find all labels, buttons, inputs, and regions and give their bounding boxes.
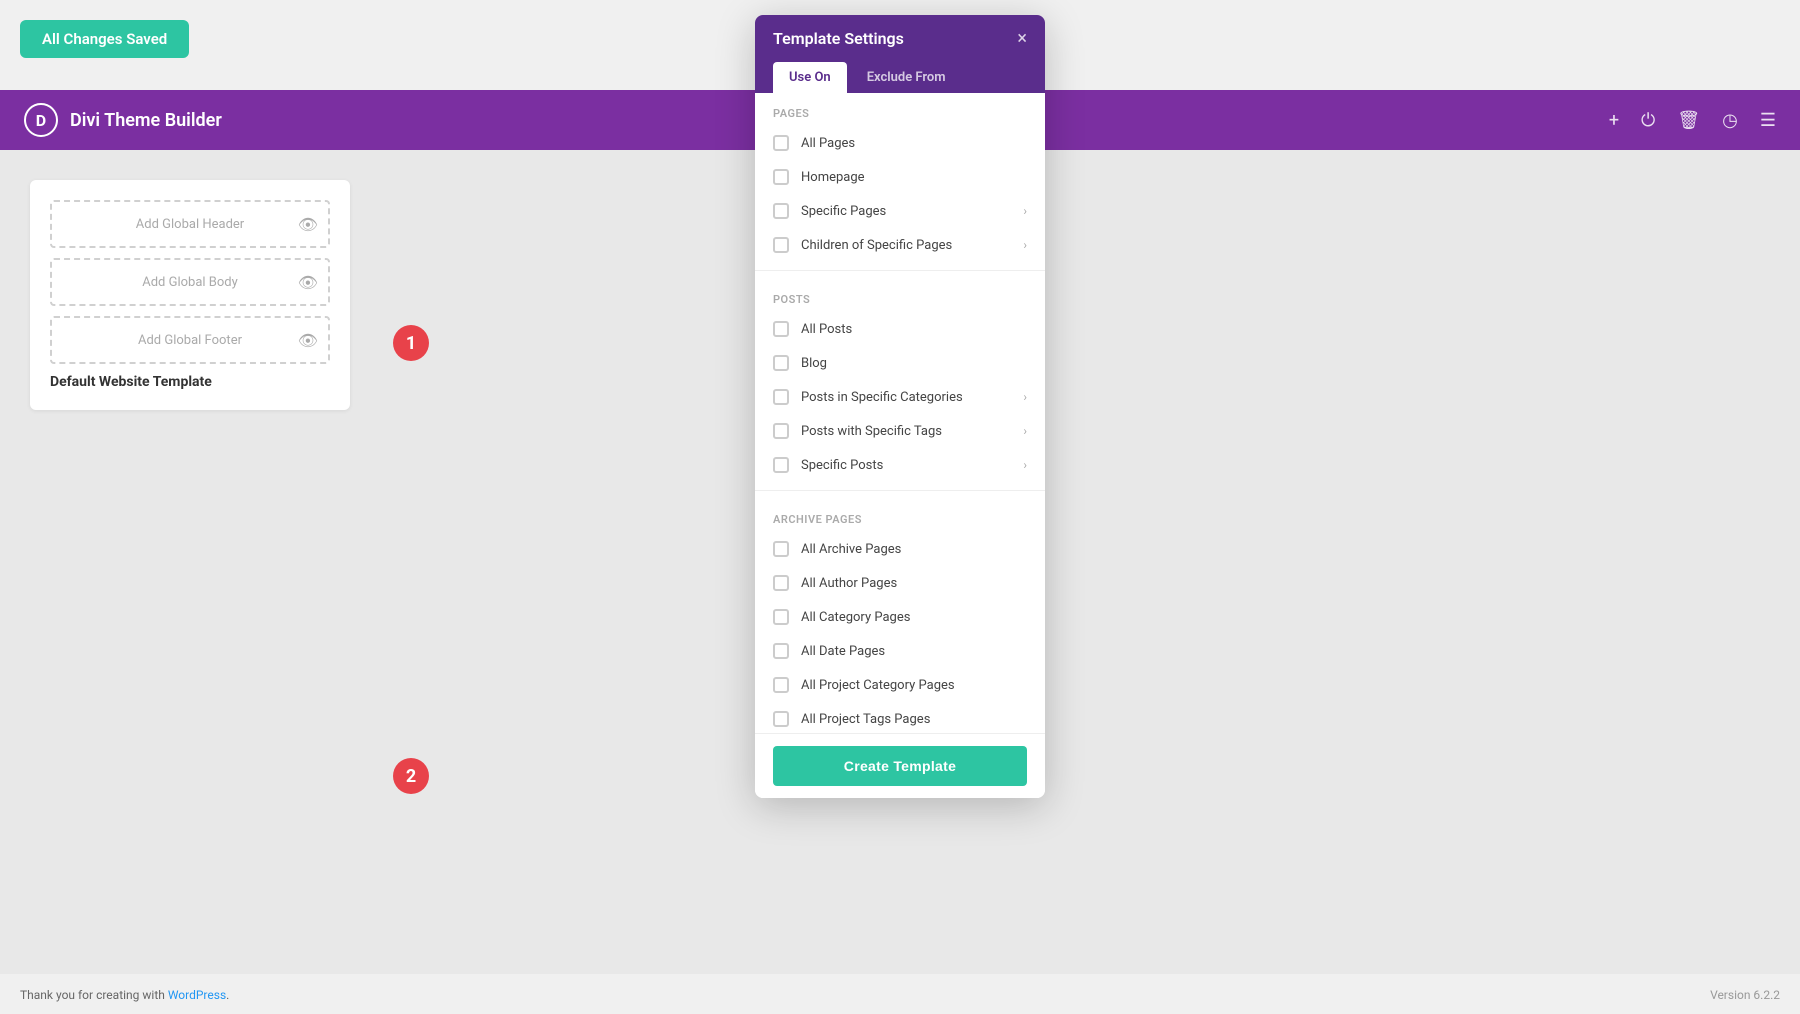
pages-section-label: Pages <box>755 93 1045 126</box>
modal-title: Template Settings <box>773 29 904 48</box>
history-icon[interactable]: ◷ <box>1722 110 1738 131</box>
menu-item-all-author-pages[interactable]: All Author Pages <box>755 566 1045 600</box>
menu-item-all-project-tags-pages[interactable]: All Project Tags Pages <box>755 702 1045 733</box>
label-specific-posts: Specific Posts <box>801 458 1017 473</box>
footer-left: Thank you for creating with WordPress. <box>20 988 229 1002</box>
modal-footer: Create Template <box>755 733 1045 798</box>
header-actions: + ⏻ 🗑 ◷ ☰ <box>1609 110 1776 131</box>
label-all-project-tags-pages: All Project Tags Pages <box>801 712 1027 727</box>
modal-close-button[interactable]: × <box>1017 30 1027 48</box>
modal-header: Template Settings × <box>755 15 1045 62</box>
global-body-row[interactable]: Add Global Body 👁 <box>50 258 330 306</box>
eye-icon-body[interactable]: 👁 <box>298 273 318 292</box>
modal-tabs: Use On Exclude From <box>755 62 1045 93</box>
label-all-archive-pages: All Archive Pages <box>801 542 1027 557</box>
menu-item-all-category-pages[interactable]: All Category Pages <box>755 600 1045 634</box>
step-badge-1: 1 <box>393 325 429 361</box>
checkbox-all-project-category-pages[interactable] <box>773 677 789 693</box>
checkbox-posts-specific-tags[interactable] <box>773 423 789 439</box>
step-badge-2: 2 <box>393 758 429 794</box>
label-all-project-category-pages: All Project Category Pages <box>801 678 1027 693</box>
label-all-date-pages: All Date Pages <box>801 644 1027 659</box>
trash-icon[interactable]: 🗑 <box>1677 110 1700 131</box>
divider-2 <box>755 490 1045 491</box>
menu-item-all-date-pages[interactable]: All Date Pages <box>755 634 1045 668</box>
checkbox-all-author-pages[interactable] <box>773 575 789 591</box>
divider-1 <box>755 270 1045 271</box>
label-posts-specific-tags: Posts with Specific Tags <box>801 424 1017 439</box>
label-all-category-pages: All Category Pages <box>801 610 1027 625</box>
checkbox-all-archive-pages[interactable] <box>773 541 789 557</box>
eye-icon-footer[interactable]: 👁 <box>298 331 318 350</box>
global-footer-row[interactable]: Add Global Footer 👁 <box>50 316 330 364</box>
wordpress-link[interactable]: WordPress <box>168 988 226 1002</box>
label-all-pages: All Pages <box>801 136 1027 151</box>
posts-section-label: Posts <box>755 279 1045 312</box>
add-icon[interactable]: + <box>1609 110 1619 131</box>
divi-logo: D <box>24 103 58 137</box>
label-homepage: Homepage <box>801 170 1027 185</box>
checkbox-all-pages[interactable] <box>773 135 789 151</box>
menu-item-posts-specific-categories[interactable]: Posts in Specific Categories › <box>755 380 1045 414</box>
checkbox-all-project-tags-pages[interactable] <box>773 711 789 727</box>
menu-item-specific-pages[interactable]: Specific Pages › <box>755 194 1045 228</box>
menu-item-blog[interactable]: Blog <box>755 346 1045 380</box>
menu-item-all-archive-pages[interactable]: All Archive Pages <box>755 532 1045 566</box>
checkbox-specific-pages[interactable] <box>773 203 789 219</box>
template-name: Default Website Template <box>50 374 330 390</box>
chevron-posts-specific-tags: › <box>1023 424 1027 438</box>
checkbox-homepage[interactable] <box>773 169 789 185</box>
chevron-specific-posts: › <box>1023 458 1027 472</box>
global-header-row[interactable]: Add Global Header 👁 <box>50 200 330 248</box>
template-card: Add Global Header 👁 Add Global Body 👁 Ad… <box>30 180 350 410</box>
template-settings-modal: Template Settings × Use On Exclude From … <box>755 15 1045 798</box>
label-all-author-pages: All Author Pages <box>801 576 1027 591</box>
menu-item-all-project-category-pages[interactable]: All Project Category Pages <box>755 668 1045 702</box>
thank-you-text: Thank you for creating with <box>20 988 168 1002</box>
chevron-specific-pages: › <box>1023 204 1027 218</box>
eye-icon-header[interactable]: 👁 <box>298 215 318 234</box>
label-posts-specific-categories: Posts in Specific Categories <box>801 390 1017 405</box>
menu-item-all-pages[interactable]: All Pages <box>755 126 1045 160</box>
menu-item-posts-specific-tags[interactable]: Posts with Specific Tags › <box>755 414 1045 448</box>
label-blog: Blog <box>801 356 1027 371</box>
footer-version: Version 6.2.2 <box>1710 988 1780 1002</box>
checkbox-all-category-pages[interactable] <box>773 609 789 625</box>
chevron-children-specific-pages: › <box>1023 238 1027 252</box>
label-specific-pages: Specific Pages <box>801 204 1017 219</box>
label-all-posts: All Posts <box>801 322 1027 337</box>
chevron-posts-specific-categories: › <box>1023 390 1027 404</box>
global-footer-label: Add Global Footer <box>138 333 242 348</box>
label-children-specific-pages: Children of Specific Pages <box>801 238 1017 253</box>
bottom-bar: Thank you for creating with WordPress. V… <box>0 976 1800 1014</box>
power-icon[interactable]: ⏻ <box>1641 110 1655 131</box>
global-body-label: Add Global Body <box>142 275 238 290</box>
archive-section-label: Archive Pages <box>755 499 1045 532</box>
create-template-button[interactable]: Create Template <box>773 746 1027 786</box>
checkbox-blog[interactable] <box>773 355 789 371</box>
checkbox-specific-posts[interactable] <box>773 457 789 473</box>
checkbox-children-specific-pages[interactable] <box>773 237 789 253</box>
saved-badge: All Changes Saved <box>20 20 189 58</box>
tab-exclude-from[interactable]: Exclude From <box>851 62 962 93</box>
menu-item-homepage[interactable]: Homepage <box>755 160 1045 194</box>
checkbox-all-date-pages[interactable] <box>773 643 789 659</box>
checkbox-posts-specific-categories[interactable] <box>773 389 789 405</box>
settings-icon[interactable]: ☰ <box>1760 110 1776 131</box>
modal-body[interactable]: Pages All Pages Homepage Specific Pages … <box>755 93 1045 733</box>
checkbox-all-posts[interactable] <box>773 321 789 337</box>
menu-item-children-specific-pages[interactable]: Children of Specific Pages › <box>755 228 1045 262</box>
tab-use-on[interactable]: Use On <box>773 62 847 93</box>
global-header-label: Add Global Header <box>136 217 244 232</box>
menu-item-all-posts[interactable]: All Posts <box>755 312 1045 346</box>
menu-item-specific-posts[interactable]: Specific Posts › <box>755 448 1045 482</box>
